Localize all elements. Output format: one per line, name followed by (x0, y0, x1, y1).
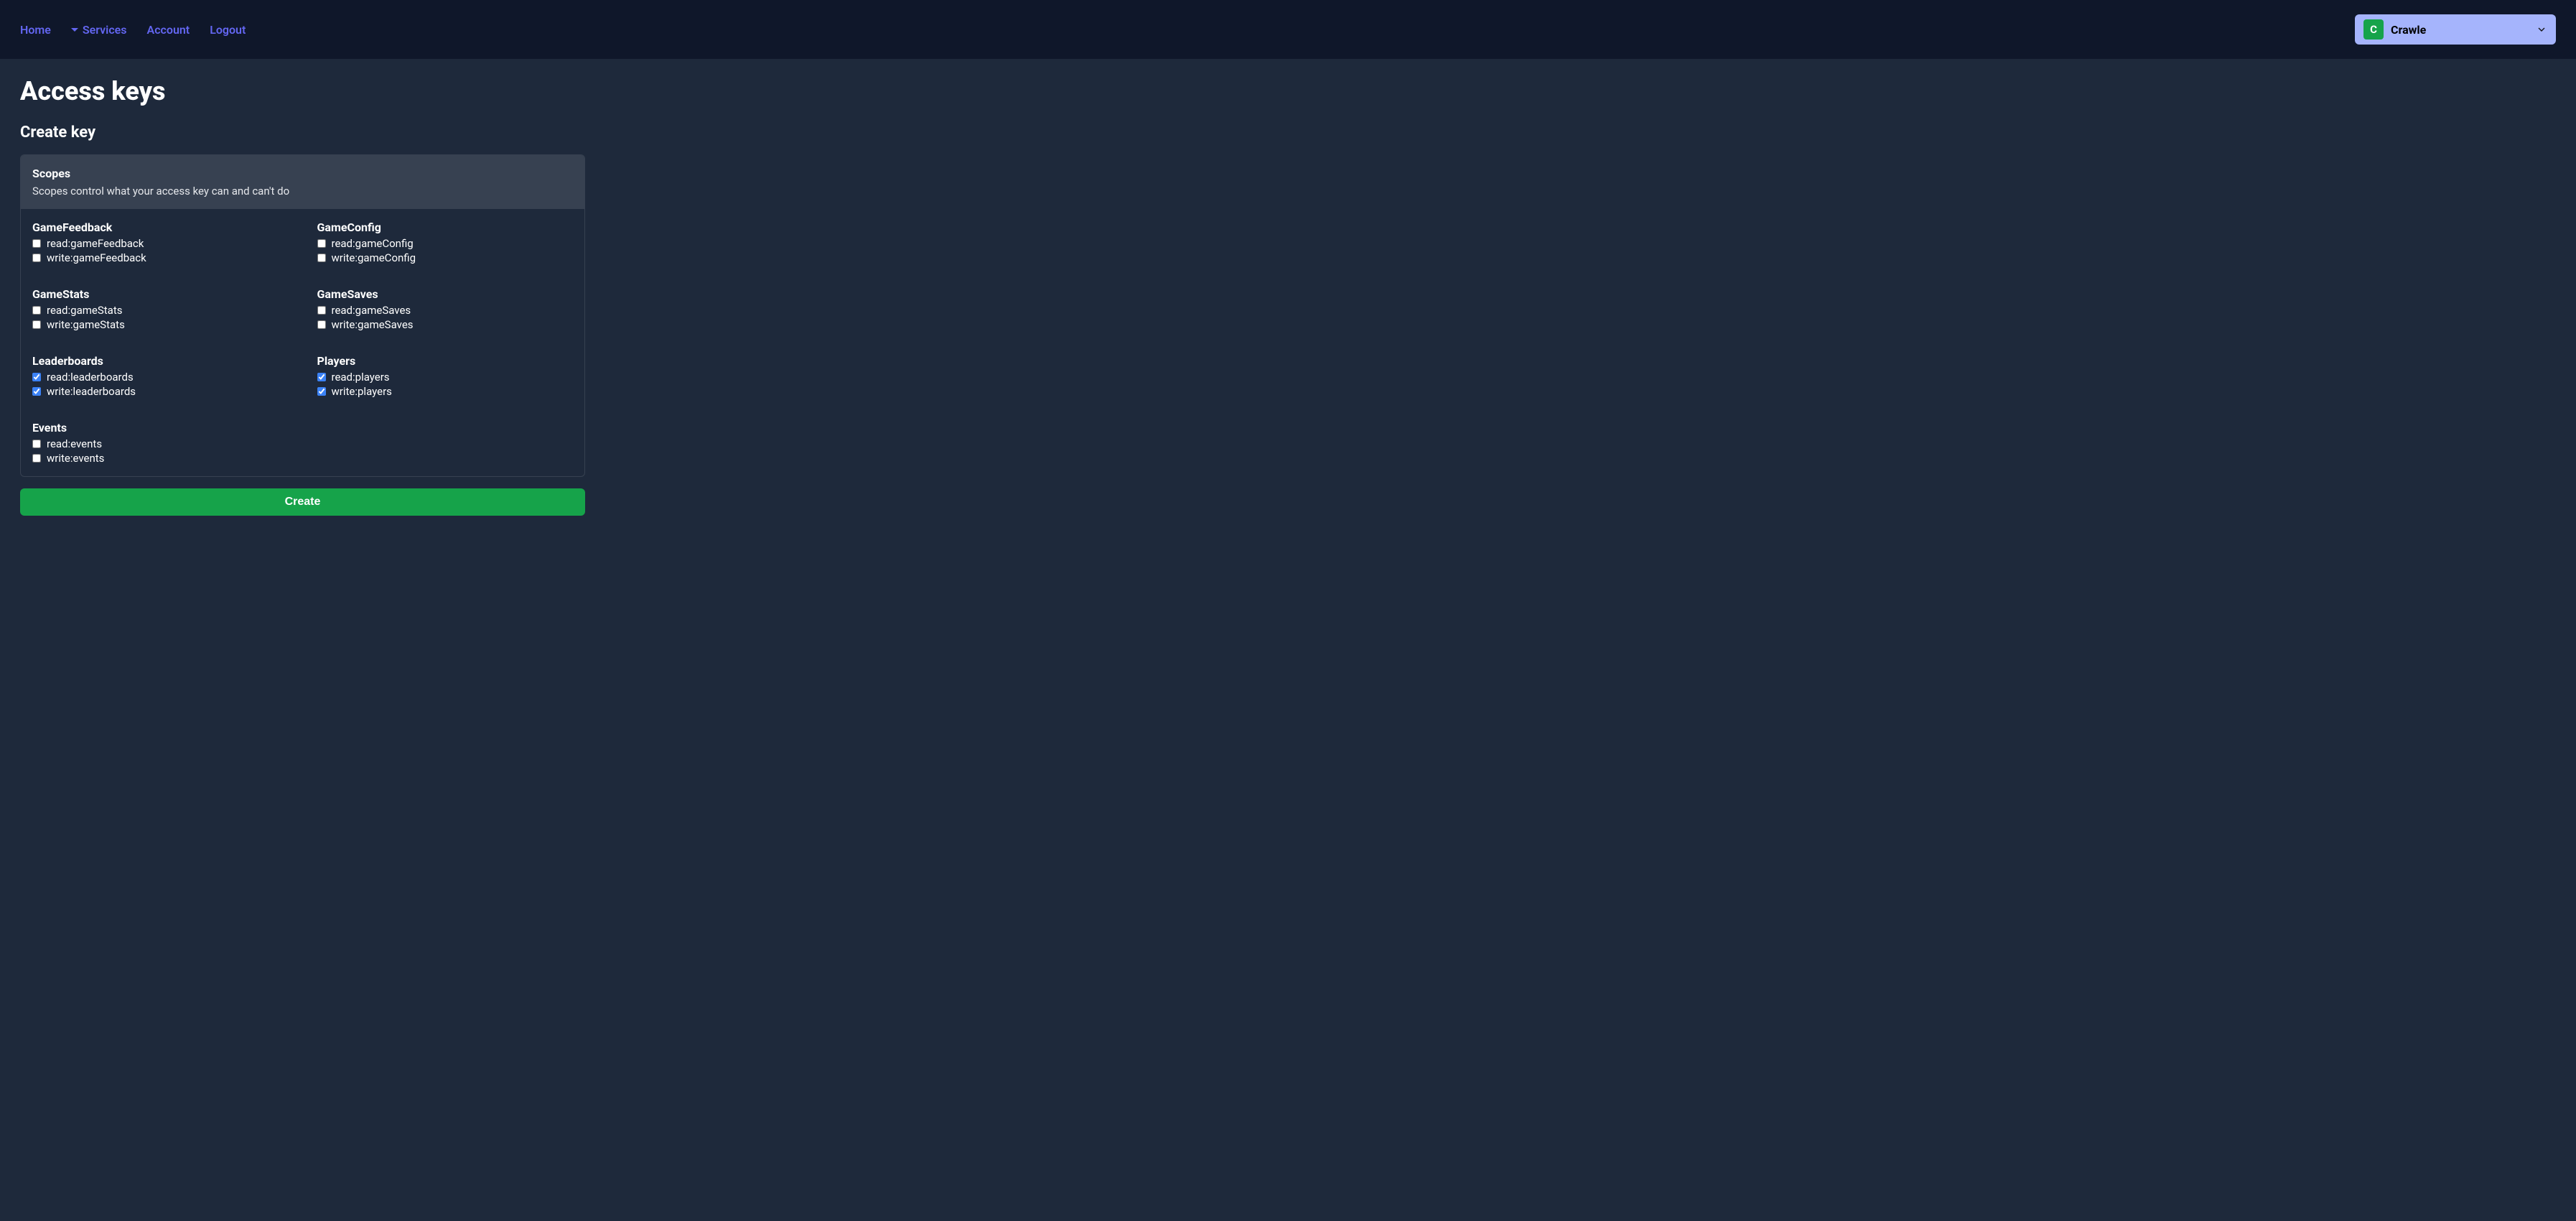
top-nav: Home Services Account Logout C Crawle (0, 0, 2576, 59)
scope-group: GameFeedback read:gameFeedbackwrite:gameF… (32, 220, 289, 264)
scope-checkbox[interactable] (32, 254, 41, 262)
scope-label: write:events (47, 452, 104, 465)
scope-group-title: Events (32, 421, 289, 435)
scope-checkbox[interactable] (317, 306, 326, 315)
game-selector[interactable]: C Crawle (2355, 14, 2556, 45)
scope-checkbox[interactable] (317, 387, 326, 396)
scopes-body: GameFeedback read:gameFeedbackwrite:gameF… (21, 209, 584, 476)
scope-checkbox[interactable] (32, 454, 41, 463)
scope-label: write:players (332, 385, 392, 398)
scope-group-title: Leaderboards (32, 354, 289, 368)
nav-logout[interactable]: Logout (210, 23, 246, 37)
scope-checkbox[interactable] (32, 239, 41, 248)
create-key-heading: Create key (20, 124, 2556, 141)
scope-label: read:gameFeedback (47, 237, 144, 250)
scopes-header-desc: Scopes control what your access key can … (32, 185, 573, 198)
scope-label: write:gameFeedback (47, 251, 146, 264)
scope-row[interactable]: write:gameStats (32, 318, 289, 331)
scope-group: GameConfig read:gameConfigwrite:gameConfi… (317, 220, 574, 264)
scope-checkbox[interactable] (317, 373, 326, 381)
scope-row[interactable]: write:leaderboards (32, 385, 289, 398)
scope-label: write:gameStats (47, 318, 125, 331)
scope-checkbox[interactable] (32, 387, 41, 396)
scope-group-title: Players (317, 354, 574, 368)
scope-label: read:gameStats (47, 304, 122, 317)
scopes-panel: Scopes Scopes control what your access k… (20, 154, 585, 477)
nav-services[interactable]: Services (71, 23, 127, 37)
scope-checkbox[interactable] (32, 306, 41, 315)
scope-group: Players read:playerswrite:players (317, 354, 574, 398)
scopes-header: Scopes Scopes control what your access k… (21, 155, 584, 209)
scope-label: read:events (47, 437, 102, 450)
create-button[interactable]: Create (20, 488, 585, 516)
scope-row[interactable]: read:gameStats (32, 304, 289, 317)
scope-checkbox[interactable] (32, 373, 41, 381)
scopes-header-title: Scopes (32, 167, 573, 180)
scope-row[interactable]: read:gameSaves (317, 304, 574, 317)
scope-checkbox[interactable] (32, 320, 41, 329)
scope-group: GameSaves read:gameSaveswrite:gameSaves (317, 287, 574, 331)
scope-row[interactable]: write:gameSaves (317, 318, 574, 331)
nav-home[interactable]: Home (20, 23, 51, 37)
scope-row[interactable]: write:events (32, 452, 289, 465)
scope-checkbox[interactable] (317, 239, 326, 248)
page-content: Access keys Create key Scopes Scopes con… (0, 59, 2576, 533)
scope-label: write:gameConfig (332, 251, 416, 264)
nav-left: Home Services Account Logout (20, 23, 246, 37)
nav-services-label: Services (83, 23, 127, 37)
nav-account[interactable]: Account (147, 23, 190, 37)
scope-row[interactable]: read:players (317, 371, 574, 384)
scope-checkbox[interactable] (32, 440, 41, 448)
scope-label: write:leaderboards (47, 385, 136, 398)
scope-checkbox[interactable] (317, 320, 326, 329)
game-name: Crawle (2391, 23, 2529, 37)
scope-label: read:players (332, 371, 390, 384)
scope-group-title: GameStats (32, 287, 289, 301)
scope-group-title: GameConfig (317, 220, 574, 234)
scope-row[interactable]: write:players (317, 385, 574, 398)
scope-label: read:gameConfig (332, 237, 414, 250)
scope-group: Leaderboards read:leaderboardswrite:leade… (32, 354, 289, 398)
scope-label: read:leaderboards (47, 371, 134, 384)
scope-row[interactable]: write:gameFeedback (32, 251, 289, 264)
scope-group: GameStats read:gameStatswrite:gameStats (32, 287, 289, 331)
scope-label: read:gameSaves (332, 304, 411, 317)
scope-checkbox[interactable] (317, 254, 326, 262)
scope-label: write:gameSaves (332, 318, 414, 331)
scope-group-title: GameFeedback (32, 220, 289, 234)
scope-group: Events read:events write:events (32, 421, 289, 465)
scope-row[interactable]: write:gameConfig (317, 251, 574, 264)
scope-row[interactable]: read:gameConfig (317, 237, 574, 250)
chevron-down-icon (2536, 24, 2547, 35)
scope-row[interactable]: read:leaderboards (32, 371, 289, 384)
game-avatar: C (2363, 19, 2384, 40)
scope-row[interactable]: read:gameFeedback (32, 237, 289, 250)
page-title: Access keys (20, 76, 2556, 106)
scope-row[interactable]: read:events (32, 437, 289, 450)
caret-down-icon (71, 28, 78, 32)
scope-group-title: GameSaves (317, 287, 574, 301)
